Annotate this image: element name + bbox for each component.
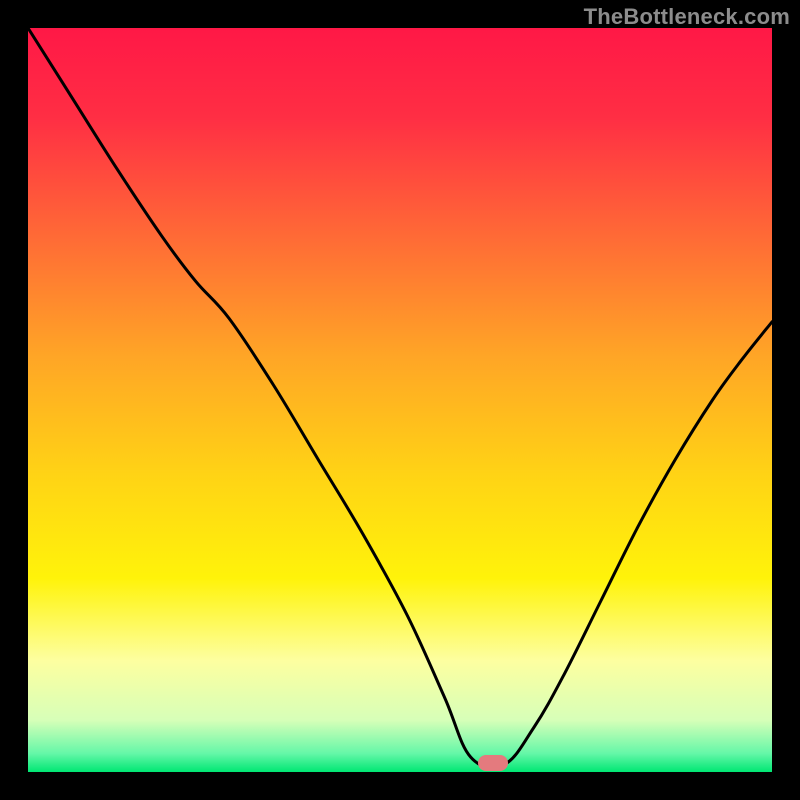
bottleneck-curve	[28, 28, 772, 768]
plot-area	[28, 28, 772, 772]
curve-layer	[28, 28, 772, 772]
optimal-marker	[478, 755, 508, 771]
chart-frame: TheBottleneck.com	[0, 0, 800, 800]
watermark-text: TheBottleneck.com	[584, 4, 790, 30]
